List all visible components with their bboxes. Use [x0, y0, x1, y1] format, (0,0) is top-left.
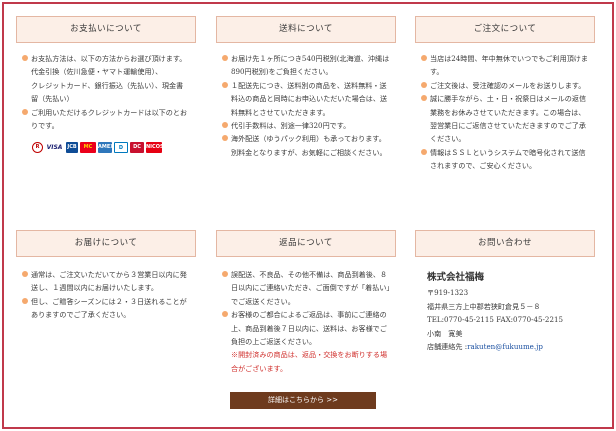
return-notice: ※開封済みの商品は、返品・交換をお断りする場合がございます。	[231, 350, 388, 373]
bullet-icon	[222, 81, 228, 88]
returns-title: 返品について	[216, 230, 396, 257]
zip-code: 〒919-1323	[427, 288, 469, 298]
returns-section: 返品について 誤配送、不良品、その他不備は、商品到着後、８日以内にご連絡いただき…	[216, 230, 396, 375]
bullet-icon	[22, 271, 28, 277]
company-name: 株式会社福梅	[427, 272, 485, 283]
list-item: 誠に勝手ながら、土・日・祝祭日はメールの返信業務をお休みさせていただきます。この…	[421, 92, 589, 146]
list-item: 海外配送（ゆうパック利用）も承っております。別料金となりますが、お気軽にご相談く…	[222, 132, 390, 159]
details-button[interactable]: 詳細はこちらから >>	[230, 392, 376, 409]
email-label: 店舗連絡先 :	[427, 342, 468, 352]
list-item: お客様のご都合によるご返品は、事前にご連絡の上、商品到着後７日以内に、送料は、お…	[222, 308, 390, 348]
list-item: １配送先につき、送料別の商品を、送料無料・送料込の商品と同時にお申込いただいた場…	[222, 79, 390, 119]
visa-card-icon: VISA	[45, 142, 64, 154]
jcb-card-icon: JCB	[66, 142, 78, 154]
list-item: ご注文後は、受注確認のメールをお送りします。	[421, 79, 589, 92]
dc-card-icon: DC	[130, 142, 144, 154]
list-item: 但し、ご贈答シーズンには２・３日送れることがありますのでご了承ください。	[22, 295, 190, 322]
list-item: お支払方法は、以下の方法からお選び頂けます。	[22, 52, 190, 65]
rakuten-card-icon: R	[32, 142, 43, 154]
list-item: 通常は、ご注文いただいてから３営業日以内に発送し、１週間以内にお届けいたします。	[22, 268, 190, 295]
list-item: 当店は24時間、年中無休でいつでもご利用頂けます。	[421, 52, 589, 79]
bullet-icon	[421, 148, 427, 155]
bullet-icon	[421, 55, 427, 61]
list-item: 代引手数料は、別途一律320円です。	[222, 119, 390, 132]
payment-methods: 代金引換（佐川急便・ヤマト運輸使用）、 クレジットカード、銀行振込（先払い）、現…	[22, 65, 190, 105]
list-item: お届け先１ヶ所につき540円税別(北海道、沖縄は890円税別)をご負担ください。	[222, 52, 390, 79]
contact-section: お問い合わせ 株式会社福梅 〒919-1323 福井県三方上中郡若狭町倉見５－８…	[415, 230, 595, 353]
address: 福井県三方上中郡若狭町倉見５－８	[427, 301, 541, 311]
shipping-title: 送料について	[216, 16, 396, 43]
email-line: 店舗連絡先 :rakuten@fukuume.jp	[427, 340, 589, 353]
bullet-icon	[421, 81, 427, 88]
payment-section: お支払いについて お支払方法は、以下の方法からお選び頂けます。 代金引換（佐川急…	[16, 16, 196, 154]
bullet-icon	[222, 271, 228, 277]
shipping-section: 送料について お届け先１ヶ所につき540円税別(北海道、沖縄は890円税別)をご…	[216, 16, 396, 159]
diners-card-icon: D	[114, 142, 128, 154]
bullet-icon	[222, 311, 228, 318]
nicos-card-icon: NICOS	[146, 142, 164, 154]
phone-fax: TEL:0770-45-2115 FAX:0770-45-2215	[427, 315, 563, 325]
bullet-icon	[222, 135, 228, 142]
bullet-icon	[222, 55, 228, 61]
payment-item-text: お支払方法は、以下の方法からお選び頂けます。	[31, 54, 187, 63]
list-item: ご利用いただけるクレジットカードは以下のとおりです。	[22, 106, 190, 133]
bullet-icon	[22, 55, 28, 61]
contact-title: お問い合わせ	[415, 230, 595, 257]
delivery-title: お届けについて	[16, 230, 196, 257]
contact-person: 小南 寛美	[427, 328, 463, 338]
delivery-section: お届けについて 通常は、ご注文いただいてから３営業日以内に発送し、１週間以内にお…	[16, 230, 196, 322]
mastercard-icon: MC	[80, 142, 96, 154]
payment-item-text: ご利用いただけるクレジットカードは以下のとおりです。	[31, 107, 188, 131]
bullet-icon	[222, 122, 228, 129]
email-link[interactable]: rakuten@fukuume.jp	[467, 342, 543, 351]
bullet-icon	[22, 108, 28, 115]
order-section: ご注文について 当店は24時間、年中無休でいつでもご利用頂けます。 ご注文後は、…	[415, 16, 595, 173]
order-title: ご注文について	[415, 16, 595, 43]
payment-method-text: クレジットカード、銀行振込（先払い）、現金書留（先払い）	[31, 80, 184, 104]
payment-title: お支払いについて	[16, 16, 196, 43]
bullet-icon	[421, 95, 427, 102]
list-item: 誤配送、不良品、その他不備は、商品到着後、８日以内にご連絡いただき、ご面倒ですが…	[222, 268, 390, 308]
list-item: 情報はＳＳＬというシステムで暗号化されて送信されますので、ご安心ください。	[421, 146, 589, 173]
amex-card-icon: AMEX	[98, 142, 114, 154]
payment-method-text: 代金引換（佐川急便・ヤマト運輸使用）、	[31, 67, 163, 77]
bullet-icon	[22, 297, 28, 304]
credit-card-logos: R VISA JCB MC AMEX D DC NICOS	[32, 142, 190, 154]
